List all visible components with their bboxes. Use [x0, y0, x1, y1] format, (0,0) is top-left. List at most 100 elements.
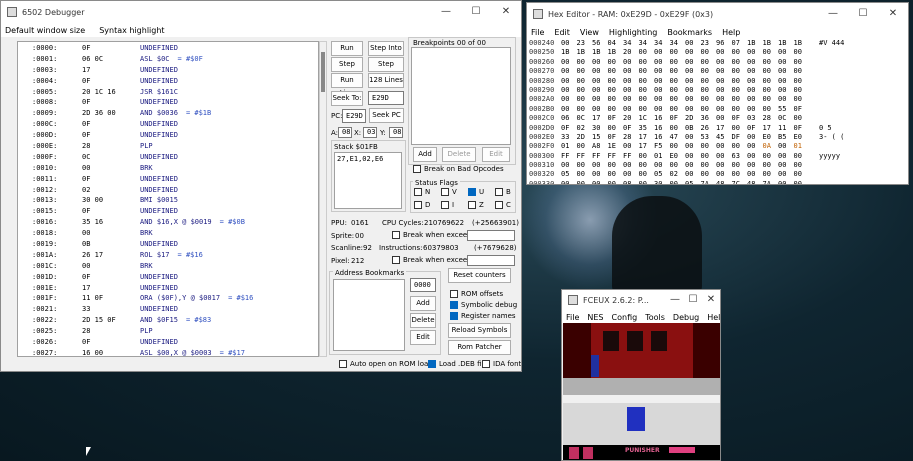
menu-config[interactable]: Config [612, 313, 638, 322]
hex-byte[interactable]: 00 [701, 67, 717, 76]
hex-row[interactable]: 000250 1B 1B 1B 1B 20 00 00 00 00 00 00 00 00 00 00 00 [529, 48, 908, 57]
hex-byte[interactable]: 00 [685, 58, 701, 67]
hex-byte[interactable]: 00 [654, 105, 670, 114]
hex-byte[interactable]: 00 [747, 77, 763, 86]
hex-byte[interactable]: 00 [577, 161, 593, 170]
disassembly-line[interactable]: :0010: 00 BRK [32, 164, 318, 175]
hex-byte[interactable]: 00 [608, 95, 624, 104]
hex-byte[interactable]: 00 [577, 105, 593, 114]
hex-row[interactable]: 000260 00 00 00 00 00 00 00 00 00 00 00 00 00 00 00 00 [529, 58, 908, 67]
disassembly-line[interactable]: :0027: 16 00 ASL $00,X @ $0003 = #$17 [32, 349, 318, 356]
hex-byte[interactable]: 23 [577, 39, 593, 48]
hex-byte[interactable]: 05 [654, 170, 670, 179]
disassembly-line[interactable]: :0012: 02 UNDEFINED [32, 186, 318, 197]
hex-byte[interactable]: 01 [794, 142, 810, 151]
hex-byte[interactable]: 00 [608, 58, 624, 67]
hex-byte[interactable]: 04 [608, 39, 624, 48]
hex-byte[interactable]: 00 [716, 142, 732, 151]
disassembly-line[interactable]: :001D: 0F UNDEFINED [32, 273, 318, 284]
hex-byte[interactable]: 00 [654, 95, 670, 104]
hex-byte[interactable]: FF [623, 152, 639, 161]
hex-byte[interactable]: 17 [639, 133, 655, 142]
hex-byte[interactable]: 1B [794, 39, 810, 48]
hex-row[interactable]: 000310 00 00 00 00 00 00 00 00 00 00 00 00 00 00 00 00 [529, 161, 908, 170]
hex-byte[interactable]: 00 [577, 142, 593, 151]
hex-byte[interactable]: 00 [577, 170, 593, 179]
hex-byte[interactable]: 00 [670, 48, 686, 57]
hex-byte[interactable]: 00 [592, 67, 608, 76]
hex-byte[interactable]: 00 [592, 170, 608, 179]
disassembly-line[interactable]: :001C: 00 BRK [32, 262, 318, 273]
hex-byte[interactable]: 00 [561, 180, 577, 184]
hex-byte[interactable]: 1B [577, 48, 593, 57]
hex-byte[interactable]: 00 [794, 152, 810, 161]
run-button[interactable]: Run [331, 41, 363, 56]
hex-byte[interactable]: 00 [701, 48, 717, 57]
menu-help[interactable]: Help [722, 28, 740, 37]
menu-bookmarks[interactable]: Bookmarks [667, 28, 712, 37]
hex-byte[interactable]: 00 [685, 77, 701, 86]
hex-byte[interactable]: 00 [778, 170, 794, 179]
hex-byte[interactable]: A8 [592, 142, 608, 151]
hex-byte[interactable]: 00 [654, 86, 670, 95]
hex-byte[interactable]: FF [577, 152, 593, 161]
hex-byte[interactable]: 56 [592, 39, 608, 48]
hex-byte[interactable]: 00 [561, 39, 577, 48]
pc-input[interactable]: E29D [342, 109, 366, 123]
hex-byte[interactable]: 00 [716, 58, 732, 67]
hex-byte[interactable]: 05 [685, 180, 701, 184]
hex-byte[interactable]: 00 [778, 161, 794, 170]
fceux-titlebar[interactable]: FCEUX 2.6.2: P... — ☐ ✕ [562, 290, 720, 310]
hex-byte[interactable]: 00 [701, 95, 717, 104]
hex-byte[interactable]: 00 [670, 86, 686, 95]
hex-byte[interactable]: 00 [763, 152, 779, 161]
disassembly-line[interactable]: :0000: 0F UNDEFINED [32, 44, 318, 55]
menu-help[interactable]: Help [707, 313, 720, 322]
menu-tools[interactable]: Tools [645, 313, 665, 322]
hex-byte[interactable]: 00 [639, 95, 655, 104]
hex-byte[interactable]: 00 [732, 161, 748, 170]
hex-byte[interactable]: 7A [701, 180, 717, 184]
flag-d-checkbox[interactable]: D [414, 201, 430, 209]
disassembly-line[interactable]: :001F: 11 0F ORA ($0F),Y @ $0017 = #$16 [32, 294, 318, 305]
hex-byte[interactable]: 00 [763, 86, 779, 95]
hex-byte[interactable]: 00 [701, 142, 717, 151]
flag-v-checkbox[interactable]: V [441, 188, 457, 196]
flag-u-checkbox[interactable]: U [468, 188, 484, 196]
hex-byte[interactable]: 34 [654, 39, 670, 48]
hex-byte[interactable]: 00 [670, 180, 686, 184]
disassembly-line[interactable]: :001A: 26 17 ROL $17 = #$16 [32, 251, 318, 262]
bookmark-delete-button[interactable]: Delete [410, 313, 436, 328]
hex-byte[interactable]: 00 [623, 95, 639, 104]
hex-byte[interactable]: 00 [716, 77, 732, 86]
hex-byte[interactable]: 00 [794, 58, 810, 67]
hex-byte[interactable]: 00 [701, 152, 717, 161]
hex-byte[interactable]: 00 [778, 48, 794, 57]
hex-byte[interactable]: 00 [763, 77, 779, 86]
hex-byte[interactable]: 00 [608, 161, 624, 170]
hex-byte[interactable]: 00 [794, 67, 810, 76]
hex-byte[interactable]: 00 [608, 86, 624, 95]
hex-row[interactable]: 000320 05 00 00 00 00 00 05 02 00 00 00 00 00 00 00 00 [529, 170, 908, 179]
hex-byte[interactable]: FF [608, 152, 624, 161]
hex-byte[interactable]: 00 [747, 133, 763, 142]
hex-byte[interactable]: 7A [763, 180, 779, 184]
hex-byte[interactable]: 0F [561, 124, 577, 133]
hex-byte[interactable]: 00 [608, 170, 624, 179]
ida-font-checkbox[interactable]: IDA font [482, 360, 521, 368]
hex-byte[interactable]: 1B [763, 39, 779, 48]
hex-byte[interactable]: 00 [623, 86, 639, 95]
hex-byte[interactable]: 0F [794, 124, 810, 133]
hex-byte[interactable]: 00 [577, 180, 593, 184]
hex-byte[interactable]: 02 [577, 124, 593, 133]
hex-byte[interactable]: 47 [670, 133, 686, 142]
hex-byte[interactable]: 00 [670, 142, 686, 151]
hex-byte[interactable]: 00 [670, 77, 686, 86]
hex-byte[interactable]: 00 [639, 67, 655, 76]
hex-byte[interactable]: 00 [794, 161, 810, 170]
hex-byte[interactable]: 00 [577, 67, 593, 76]
hex-byte[interactable]: 34 [639, 39, 655, 48]
hex-byte[interactable]: 00 [654, 77, 670, 86]
hex-byte[interactable]: 45 [716, 133, 732, 142]
menu-nes[interactable]: NES [587, 313, 603, 322]
